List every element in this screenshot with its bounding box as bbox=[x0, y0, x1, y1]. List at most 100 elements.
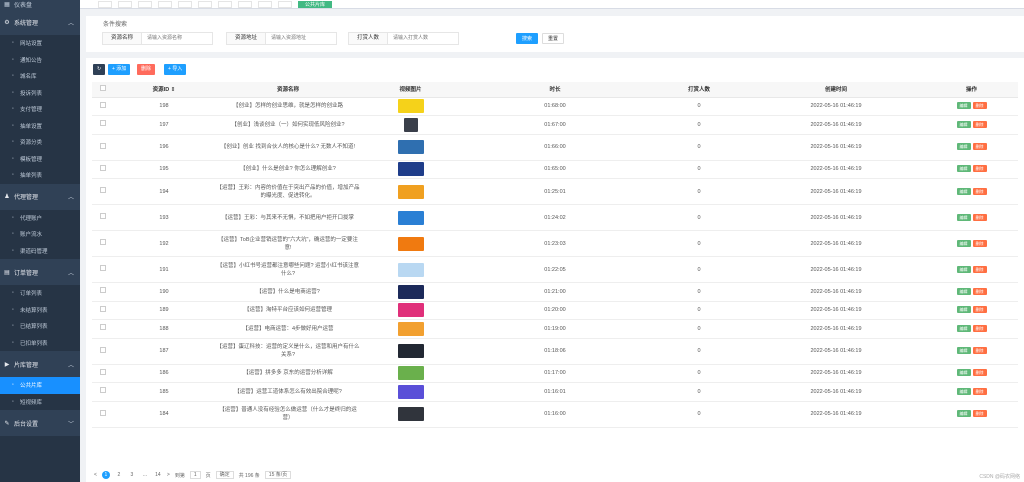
sidebar-item[interactable]: ◦ 支付管理 bbox=[0, 101, 80, 118]
sidebar-item[interactable]: ◦ 已结算列表 bbox=[0, 318, 80, 335]
sidebar-group[interactable]: ⚙ 系统管理 ︿ bbox=[0, 9, 80, 35]
cell-thumb[interactable] bbox=[362, 256, 459, 283]
row-checkbox[interactable] bbox=[92, 364, 114, 383]
video-thumbnail[interactable] bbox=[397, 99, 424, 114]
add-button[interactable]: + 添加 bbox=[108, 64, 131, 75]
edit-button[interactable]: 编辑 bbox=[956, 187, 971, 195]
row-delete-button[interactable]: 删除 bbox=[972, 187, 987, 195]
row-checkbox[interactable] bbox=[92, 338, 114, 365]
sidebar-item[interactable]: ◦ 抽单设置 bbox=[0, 118, 80, 135]
page-tab[interactable]: 公共片库 bbox=[298, 0, 333, 8]
row-delete-button[interactable]: 删除 bbox=[972, 306, 987, 314]
resource-name-input[interactable] bbox=[142, 33, 213, 44]
sidebar-item[interactable]: ◦ 账户流水 bbox=[0, 226, 80, 243]
cell-thumb[interactable] bbox=[362, 364, 459, 383]
row-checkbox[interactable] bbox=[92, 319, 114, 339]
video-thumbnail[interactable] bbox=[397, 384, 424, 399]
edit-button[interactable]: 编辑 bbox=[956, 369, 971, 377]
sidebar-item[interactable]: ◦ 资源分类 bbox=[0, 134, 80, 151]
edit-button[interactable]: 编辑 bbox=[956, 239, 971, 247]
video-thumbnail[interactable] bbox=[397, 210, 424, 225]
page-tab[interactable] bbox=[138, 0, 152, 8]
row-delete-button[interactable]: 删除 bbox=[972, 265, 987, 273]
reward-count-input[interactable] bbox=[388, 33, 459, 44]
sidebar-item[interactable]: ◦ 抽单列表 bbox=[0, 167, 80, 184]
cell-thumb[interactable] bbox=[362, 301, 459, 320]
refresh-icon[interactable]: ↻ bbox=[93, 64, 106, 75]
sidebar-item[interactable]: ◦ 投诉列表 bbox=[0, 85, 80, 102]
video-thumbnail[interactable] bbox=[397, 344, 424, 358]
sidebar-item[interactable]: ◦ 已扣单列表 bbox=[0, 335, 80, 352]
page-tab[interactable] bbox=[218, 0, 232, 8]
edit-button[interactable]: 编辑 bbox=[956, 287, 971, 295]
cell-thumb[interactable] bbox=[362, 115, 459, 135]
sidebar-item[interactable]: ◦ 通知公告 bbox=[0, 52, 80, 69]
edit-button[interactable]: 编辑 bbox=[956, 387, 971, 395]
row-checkbox[interactable] bbox=[92, 401, 114, 428]
page-tab[interactable] bbox=[178, 0, 192, 8]
sidebar-group[interactable]: ▶ 片库管理 ︿ bbox=[0, 351, 80, 377]
prev-page-button[interactable]: < bbox=[94, 472, 97, 478]
row-checkbox[interactable] bbox=[92, 134, 114, 161]
row-checkbox[interactable] bbox=[92, 178, 114, 205]
goto-page-input[interactable]: 1 bbox=[189, 471, 201, 479]
select-all-checkbox[interactable] bbox=[92, 82, 114, 98]
row-checkbox[interactable] bbox=[92, 256, 114, 283]
row-delete-button[interactable]: 删除 bbox=[972, 120, 987, 128]
row-delete-button[interactable]: 删除 bbox=[972, 287, 987, 295]
edit-button[interactable]: 编辑 bbox=[956, 120, 971, 128]
cell-thumb[interactable] bbox=[362, 97, 459, 116]
row-delete-button[interactable]: 删除 bbox=[972, 410, 987, 417]
cell-thumb[interactable] bbox=[362, 160, 459, 179]
edit-button[interactable]: 编辑 bbox=[956, 165, 971, 173]
goto-confirm-button[interactable]: 确定 bbox=[215, 471, 234, 479]
page-number[interactable]: 14 bbox=[154, 471, 162, 479]
video-thumbnail[interactable] bbox=[397, 140, 424, 154]
row-checkbox[interactable] bbox=[92, 230, 114, 257]
cell-thumb[interactable] bbox=[362, 319, 459, 339]
page-tab[interactable] bbox=[198, 0, 212, 8]
page-number[interactable]: 1 bbox=[101, 471, 110, 479]
row-checkbox[interactable] bbox=[92, 382, 114, 402]
row-checkbox[interactable] bbox=[92, 97, 114, 116]
page-tab[interactable] bbox=[118, 0, 132, 8]
sidebar-item[interactable]: ◦ 代理账户 bbox=[0, 210, 80, 227]
delete-button[interactable]: 删除 bbox=[137, 64, 156, 75]
sidebar-item[interactable]: ◦ 未结算列表 bbox=[0, 302, 80, 319]
page-tab[interactable] bbox=[258, 0, 272, 8]
sidebar-item[interactable]: ◦ 城名库 bbox=[0, 68, 80, 85]
sidebar-item[interactable]: ◦ 模板管理 bbox=[0, 151, 80, 168]
row-delete-button[interactable]: 删除 bbox=[972, 347, 987, 354]
row-delete-button[interactable]: 删除 bbox=[972, 387, 987, 395]
cell-thumb[interactable] bbox=[362, 382, 459, 402]
row-checkbox[interactable] bbox=[92, 115, 114, 135]
row-delete-button[interactable]: 删除 bbox=[972, 239, 987, 247]
video-thumbnail[interactable] bbox=[397, 236, 424, 251]
sidebar-item[interactable]: ◦ 订单列表 bbox=[0, 285, 80, 302]
cell-thumb[interactable] bbox=[362, 230, 459, 257]
video-thumbnail[interactable] bbox=[397, 262, 424, 277]
sidebar-group[interactable]: ✎ 后台设置 ﹀ bbox=[0, 410, 80, 436]
video-thumbnail[interactable] bbox=[397, 162, 424, 177]
page-number[interactable]: 2 bbox=[115, 471, 123, 479]
row-checkbox[interactable] bbox=[92, 204, 114, 231]
video-thumbnail[interactable] bbox=[397, 284, 424, 299]
import-button[interactable]: + 导入 bbox=[164, 64, 187, 75]
row-delete-button[interactable]: 删除 bbox=[972, 213, 987, 221]
per-page-select[interactable]: 15 条/页 bbox=[264, 471, 292, 479]
row-delete-button[interactable]: 删除 bbox=[972, 324, 987, 332]
edit-button[interactable]: 编辑 bbox=[956, 324, 971, 332]
page-number[interactable]: 3 bbox=[128, 471, 136, 479]
row-checkbox[interactable] bbox=[92, 160, 114, 179]
sidebar-item[interactable]: ◦ 公共片库 bbox=[0, 377, 80, 394]
edit-button[interactable]: 编辑 bbox=[956, 143, 971, 150]
next-page-button[interactable]: > bbox=[167, 472, 170, 478]
edit-button[interactable]: 编辑 bbox=[956, 265, 971, 273]
video-thumbnail[interactable] bbox=[397, 321, 424, 336]
row-delete-button[interactable]: 删除 bbox=[972, 102, 987, 110]
cell-thumb[interactable] bbox=[362, 282, 459, 302]
video-thumbnail[interactable] bbox=[397, 184, 424, 199]
sidebar-item[interactable]: ◦ 渠道码管理 bbox=[0, 243, 80, 260]
reset-button[interactable]: 重置 bbox=[542, 33, 565, 44]
edit-button[interactable]: 编辑 bbox=[956, 213, 971, 221]
